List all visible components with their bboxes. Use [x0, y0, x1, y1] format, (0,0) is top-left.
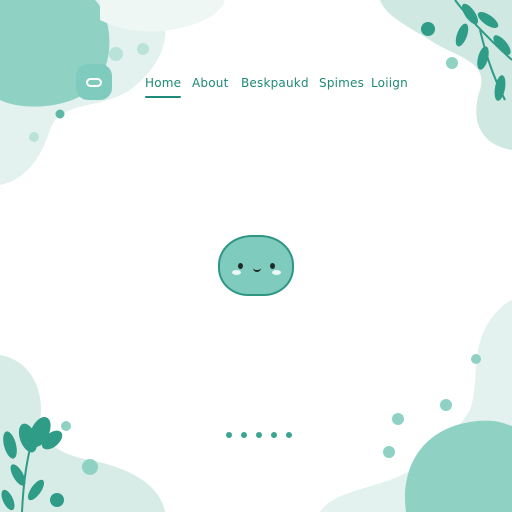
- logo-icon[interactable]: [76, 64, 112, 100]
- mascot-blob-icon: [218, 235, 294, 296]
- page-dot-5[interactable]: [286, 432, 292, 438]
- page-dot-3[interactable]: [256, 432, 262, 438]
- mascot-right-eye: [270, 263, 275, 269]
- page-dot-1[interactable]: [226, 432, 232, 438]
- nav-item-home[interactable]: Home: [145, 76, 182, 98]
- nav-item-beskpaukd[interactable]: Beskpaukd: [241, 76, 309, 90]
- bottom-right-blob-pale: [320, 300, 512, 512]
- page-dot-4[interactable]: [271, 432, 277, 438]
- nav-item-spimes[interactable]: Spimes: [319, 76, 364, 90]
- top-right-blob: [380, 0, 512, 150]
- top-right-leaf-branch-icon: [454, 0, 512, 101]
- page-dot-2[interactable]: [241, 432, 247, 438]
- bottom-left-blob-pale: [0, 355, 165, 512]
- nav-item-about[interactable]: About: [192, 76, 228, 90]
- mascot-left-cheek: [232, 270, 241, 275]
- mascot-smile: [253, 265, 261, 272]
- bottom-left-leaf-icon: [1, 417, 63, 512]
- top-light-wave: [100, 0, 225, 32]
- logo-inner-shape: [86, 77, 102, 87]
- bottom-right-blob: [404, 420, 512, 512]
- nav-item-login[interactable]: Loiign: [371, 76, 408, 90]
- mascot-right-cheek: [272, 270, 281, 275]
- mascot-left-eye: [238, 263, 243, 269]
